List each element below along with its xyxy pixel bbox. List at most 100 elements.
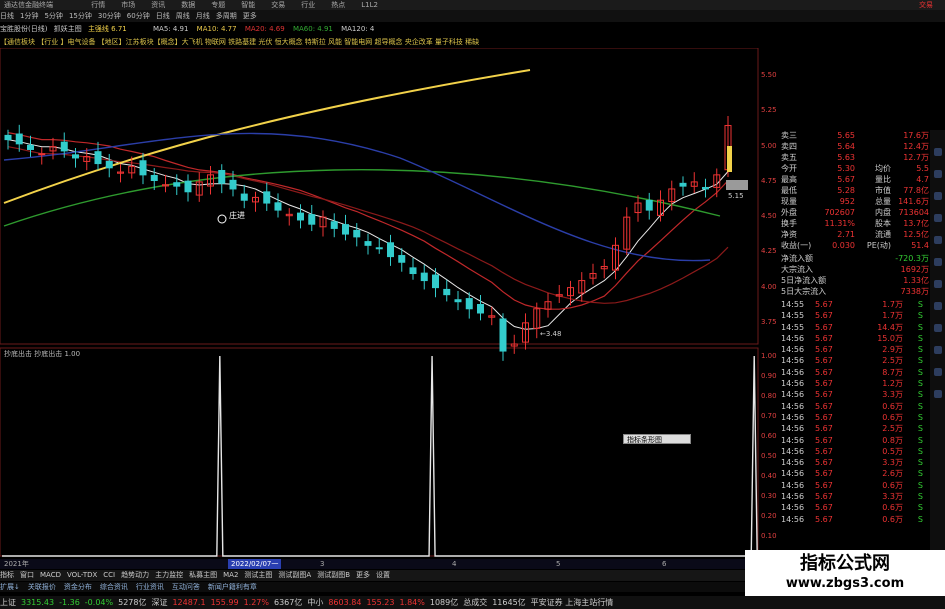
quote-key2: 总量 [875,197,891,206]
quote-value: 5.63 [837,153,855,162]
trade-menu[interactable]: 交易 [919,0,933,10]
tick-price: 5.67 [815,322,833,332]
quote-value2: 4.7 [916,175,929,184]
info-tab[interactable]: 行业资讯 [136,582,164,592]
quote-row: 换手 11.31% 股本 13.7亿 [781,218,929,229]
quote-key: 换手 [781,219,797,228]
indicator-tab[interactable]: 测试副图B [317,570,350,581]
tick-price: 5.67 [815,514,833,524]
tool-icon[interactable] [934,368,942,376]
info-tab[interactable]: 资金分布 [64,582,92,592]
tick-price: 5.67 [815,300,833,309]
tool-icon[interactable] [934,280,942,288]
candle-body [4,134,12,141]
status-item: 6367亿 [273,598,303,607]
info-tab[interactable]: 关联报价 [28,582,56,592]
menu-5[interactable]: 智能 [241,0,255,10]
tick-time: 14:55 [781,300,805,309]
quote-value2: 5.5 [916,164,929,173]
indicator-tab[interactable]: MA2 [223,570,238,581]
sector-tags[interactable]: 【通信板块 【行业 】电气设备 【地区】江苏板块【概念】大飞机 物联网 铁路基建… [0,36,945,48]
period-1[interactable]: 1分钟 [20,10,38,22]
period-2[interactable]: 5分钟 [44,10,62,22]
indicator-name[interactable]: 抓妖主图 [54,25,82,33]
quote-value: 0.030 [832,241,855,250]
period-9[interactable]: 多周期 [216,10,237,22]
period-6[interactable]: 日线 [156,10,170,22]
tool-icon[interactable] [934,258,942,266]
menu-1[interactable]: 市场 [121,0,135,10]
menu-3[interactable]: 数据 [181,0,195,10]
indicator-tab[interactable]: 窗口 [20,570,34,581]
tool-icon[interactable] [934,148,942,156]
menu-4[interactable]: 专题 [211,0,225,10]
period-7[interactable]: 周线 [176,10,190,22]
tool-icon[interactable] [934,236,942,244]
osc-tick: 0.50 [761,452,777,460]
info-tab[interactable]: 新闻户籍利有章 [208,582,257,592]
indicator-tab[interactable]: 指标 [0,570,14,581]
period-10[interactable]: 更多 [243,10,257,22]
tick-side: S [917,390,923,400]
menu-6[interactable]: 交易 [271,0,285,10]
tool-icon[interactable] [934,390,942,398]
date-label: 4 [452,560,457,568]
info-tab[interactable]: 互动问答 [172,582,200,592]
indicator-tab[interactable]: CCI [103,570,115,581]
tick-side: S [917,492,923,502]
indicator-tab[interactable]: 更多 [356,570,370,581]
period-5[interactable]: 60分钟 [127,10,150,22]
indicator-tab[interactable]: 测试主图 [244,570,272,581]
candle-body [353,229,361,238]
indicator-tab[interactable]: MACD [40,570,61,581]
tool-icon[interactable] [934,192,942,200]
indicator-tab[interactable]: 主力监控 [155,570,183,581]
tool-icon[interactable] [934,170,942,178]
menu-7[interactable]: 行业 [301,0,315,10]
info-tab[interactable]: 综合资讯 [100,582,128,592]
candle-body [60,141,68,152]
tool-icon[interactable] [934,324,942,332]
tool-icon[interactable] [934,346,942,354]
tool-icon[interactable] [934,302,942,310]
price-tick: 4.50 [761,212,777,221]
tick-row: 14:56 5.67 2.5万 S [781,423,929,434]
period-3[interactable]: 15分钟 [69,10,92,22]
period-8[interactable]: 月线 [196,10,210,22]
menu-0[interactable]: 行情 [91,0,105,10]
indicator-popup[interactable]: 指标条形图 [623,434,691,444]
tick-side: S [917,424,923,434]
tick-row: 14:56 5.67 0.6万 S [781,480,929,491]
tick-side: S [917,458,923,468]
ma10-value: MA10: 4.77 [196,25,237,33]
status-item: 1.84% [399,598,425,607]
indicator-tab[interactable]: 趋势动力 [121,570,149,581]
period-4[interactable]: 30分钟 [98,10,121,22]
candle-body [645,199,653,211]
indicator-tab[interactable]: VOL-TDX [67,570,97,581]
price-tick: 4.75 [761,176,777,185]
candle-body [240,193,248,201]
indicator-tab[interactable]: 测试副图A [278,570,311,581]
tick-volume: 0.6万 [882,480,903,490]
tick-row: 14:56 5.67 2.9万 S [781,344,929,355]
menu-8[interactable]: 热点 [331,0,345,10]
tick-price: 5.67 [815,412,833,422]
candle-body [477,304,484,314]
tool-icon[interactable] [934,214,942,222]
quote-key: 净资 [781,230,797,239]
tick-volume: 8.7万 [882,367,903,377]
menu-9[interactable]: L1L2 [361,0,378,10]
quote-row: 净资 2.71 流通 12.5亿 [781,229,929,240]
tick-time: 14:56 [781,345,805,355]
info-tab[interactable]: 扩展↓ [0,582,20,592]
tick-volume: 3.3万 [882,390,903,400]
menu-2[interactable]: 资讯 [151,0,165,10]
indicator-tab[interactable]: 私募主图 [189,570,217,581]
quote-value2: 51.4 [911,241,929,250]
candle-body [229,179,237,190]
indicator-tab[interactable]: 设置 [376,570,390,581]
period-0[interactable]: 日线 [0,10,14,22]
quote-value2: 713604 [898,208,929,217]
kline-chart[interactable]: 庄进 ←3.48 5.15 [0,48,780,558]
